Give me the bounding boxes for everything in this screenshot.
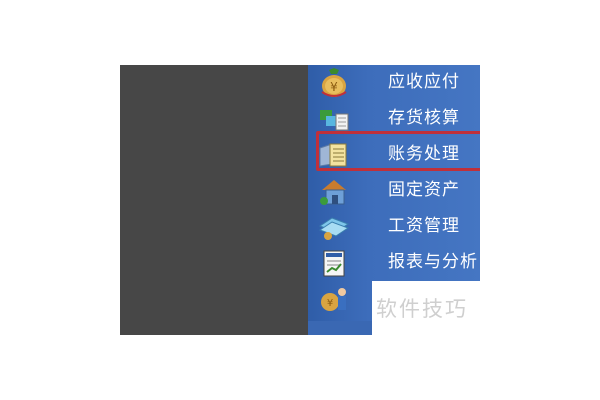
menu-item-reports-analysis[interactable]: 报表与分析 — [308, 245, 480, 281]
person-money-icon: ¥ — [318, 284, 350, 314]
money-bag-icon: ¥ — [318, 68, 350, 98]
menu-item-label: 报表与分析 — [388, 252, 478, 272]
salary-icon — [318, 212, 350, 242]
svg-text:¥: ¥ — [330, 80, 338, 94]
menu-item-receivables-payables[interactable]: ¥ 应收应付 — [308, 65, 480, 101]
menu-item-label: 应收应付 — [388, 72, 460, 92]
content-area — [120, 65, 308, 335]
menu-item-payroll[interactable]: 工资管理 — [308, 209, 480, 245]
watermark-text: 软件技巧 — [376, 297, 468, 321]
house-asset-icon — [318, 176, 350, 206]
highlight-box — [316, 131, 480, 171]
menu-bottom-strip — [308, 321, 372, 335]
menu-item-label: 存货核算 — [388, 108, 460, 128]
menu-item-label: 固定资产 — [388, 180, 460, 200]
svg-text:¥: ¥ — [327, 298, 333, 309]
menu-item-fixed-assets[interactable]: 固定资产 — [308, 173, 480, 209]
report-icon — [318, 248, 350, 278]
menu-item-label: 工资管理 — [388, 216, 460, 236]
inventory-icon — [318, 104, 350, 134]
app-screenshot: ¥ 应收应付 存货核算 账务处理 固定资产 工资管理 报表与分析 ¥ 软件技巧 — [120, 65, 480, 335]
